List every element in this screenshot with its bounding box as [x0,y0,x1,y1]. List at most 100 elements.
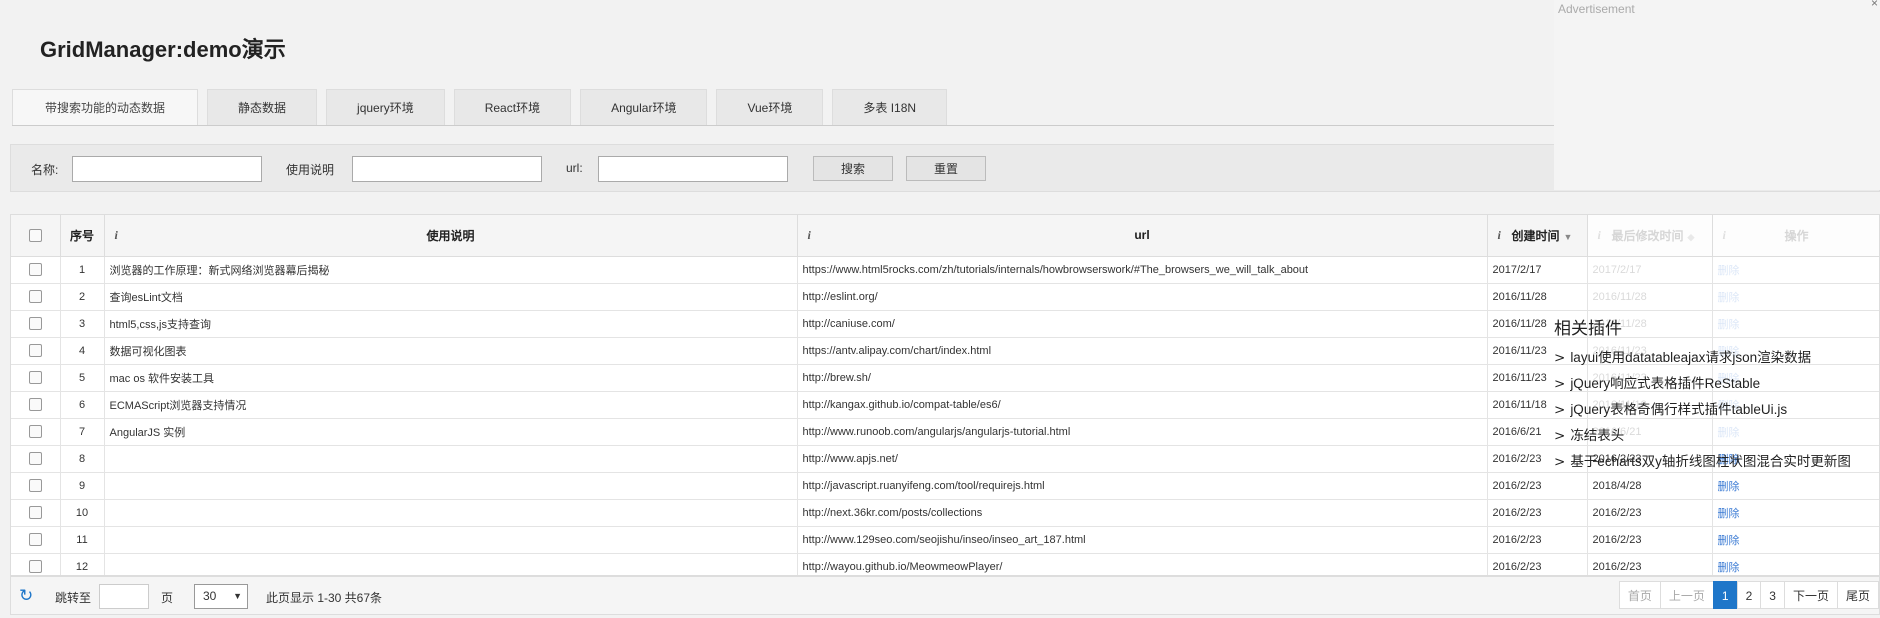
next-page-button[interactable]: 下一页 [1783,581,1838,609]
delete-link[interactable]: 删除 [1718,562,1740,574]
url-input[interactable] [598,156,788,182]
row-created: 2016/2/23 [1487,553,1588,575]
name-input[interactable] [72,156,262,182]
header-index: 序号 [60,215,105,257]
row-checkbox[interactable] [28,533,42,546]
table-row[interactable]: 1 浏览器的工作原理：新式网络浏览器幕后揭秘 https://www.html5ro… [11,256,1879,284]
related-plugins: 相关插件 > layui使用datatableajax请求json渲染数据 > jQu… [1554,314,1880,475]
url-label: url: [566,161,583,175]
row-checkbox[interactable] [28,479,42,492]
row-select-cell [11,364,61,392]
row-url: http://kangax.github.io/compat-table/es6… [797,391,1488,419]
row-index: 4 [60,337,105,365]
row-checkbox[interactable] [28,371,42,384]
tab-jquery[interactable]: jquery环境 [326,89,445,125]
plugin-link[interactable]: > 基于echarts双y轴折线图柱状图混合实时更新图 [1554,449,1880,475]
plugin-link[interactable]: > layui使用datatableajax请求json渲染数据 [1554,345,1880,371]
delete-link[interactable]: 删除 [1718,535,1740,547]
row-checkbox[interactable] [28,344,42,357]
plugins-title: 相关插件 [1554,319,1622,338]
chevron-right-icon: > [1554,454,1566,470]
row-select-cell [11,256,61,284]
table-row[interactable]: 12 http://wayou.github.io/MeowmeowPlayer/… [11,553,1879,575]
info-icon: i [114,228,118,242]
row-desc [104,553,798,575]
row-modified: 2016/2/23 [1587,499,1713,527]
row-checkbox[interactable] [28,452,42,465]
row-action: 删除 [1712,283,1879,311]
tab-angular[interactable]: Angular环境 [580,89,708,125]
row-checkbox[interactable] [28,290,42,303]
row-created: 2016/2/23 [1487,499,1588,527]
row-checkbox[interactable] [28,398,42,411]
header-url[interactable]: i url [797,215,1488,257]
reset-button[interactable]: 重置 [906,156,986,181]
table-row[interactable]: 11 http://www.129seo.com/seojishu/inseo/i… [11,526,1879,554]
last-page-button[interactable]: 尾页 [1836,581,1879,609]
search-button[interactable]: 搜索 [813,156,893,181]
page-2-button[interactable]: 2 [1736,581,1762,609]
tab-static-data[interactable]: 静态数据 [207,89,318,125]
caret-down-icon: ▼ [233,591,242,601]
chevron-right-icon: > [1554,350,1566,366]
row-created: 2016/11/28 [1487,283,1588,311]
row-checkbox[interactable] [28,263,42,276]
row-url: http://brew.sh/ [797,364,1488,392]
plugin-link[interactable]: > jQuery表格奇偶行样式插件tableUi.js [1554,397,1880,423]
delete-link[interactable]: 删除 [1718,508,1740,520]
page-1-button[interactable]: 1 [1712,581,1738,609]
row-select-cell [11,391,61,419]
table-row[interactable]: 10 http://next.36kr.com/posts/collections… [11,499,1879,527]
tab-vue[interactable]: Vue环境 [716,89,824,125]
close-icon[interactable]: × [1871,0,1878,10]
row-index: 11 [60,526,105,554]
row-desc: AngularJS 实例 [104,418,798,446]
tab-i18n[interactable]: 多表 I18N [832,89,948,125]
row-desc: 查询esLint文档 [104,283,798,311]
ad-panel: Advertisement × [1554,0,1880,190]
plugin-link[interactable]: > jQuery响应式表格插件ReStable [1554,371,1880,397]
header-modified[interactable]: i 最后修改时间 ◆ [1587,215,1713,257]
ad-label: Advertisement [1558,2,1635,16]
row-url: http://javascript.ruanyifeng.com/tool/re… [797,472,1488,500]
header-row: 序号 i 使用说明 i url i 创建时间 ▼ i 最后修改时间 ◆ i 操作 [11,215,1879,257]
row-desc [104,445,798,473]
row-modified: 2016/11/28 [1587,283,1713,311]
goto-label: 跳转至 [55,591,92,605]
plugin-link[interactable]: > 冻结表头 [1554,423,1880,449]
row-index: 7 [60,418,105,446]
sort-icon[interactable]: ◆ [1688,232,1695,242]
page-summary: 此页显示 1-30 共67条 [266,591,383,605]
row-created: 2016/2/23 [1487,472,1588,500]
page-3-button[interactable]: 3 [1760,581,1785,609]
desc-input[interactable] [352,156,542,182]
row-select-cell [11,499,61,527]
row-select-cell [11,553,61,575]
select-all-checkbox[interactable] [28,229,42,243]
header-created[interactable]: i 创建时间 ▼ [1487,215,1588,257]
delete-link[interactable]: 删除 [1718,481,1740,493]
row-checkbox[interactable] [28,506,42,519]
page-size-select[interactable]: 30 ▼ [194,584,248,609]
refresh-icon[interactable]: ↻ [19,587,37,605]
sort-desc-icon[interactable]: ▼ [1564,232,1573,242]
row-url: http://next.36kr.com/posts/collections [797,499,1488,527]
info-icon: i [1597,228,1601,242]
row-url: http://caniuse.com/ [797,310,1488,338]
table-row[interactable]: 9 http://javascript.ruanyifeng.com/tool/r… [11,472,1879,500]
row-url: https://antv.alipay.com/chart/index.html [797,337,1488,365]
prev-page-button[interactable]: 上一页 [1659,581,1714,609]
first-page-button[interactable]: 首页 [1618,581,1661,609]
tab-react[interactable]: React环境 [453,89,572,125]
row-desc: ECMAScript浏览器支持情况 [104,391,798,419]
delete-link[interactable]: 删除 [1718,265,1740,277]
row-checkbox[interactable] [28,317,42,330]
delete-link[interactable]: 删除 [1718,292,1740,304]
table-row[interactable]: 2 查询esLint文档 http://eslint.org/2016/11/28 2… [11,283,1879,311]
row-checkbox[interactable] [28,425,42,438]
goto-page-input[interactable] [99,584,149,609]
header-desc[interactable]: i 使用说明 [104,215,798,257]
tab-dynamic-search[interactable]: 带搜索功能的动态数据 [12,89,199,125]
row-checkbox[interactable] [28,560,42,573]
row-desc: html5,css,js支持查询 [104,310,798,338]
